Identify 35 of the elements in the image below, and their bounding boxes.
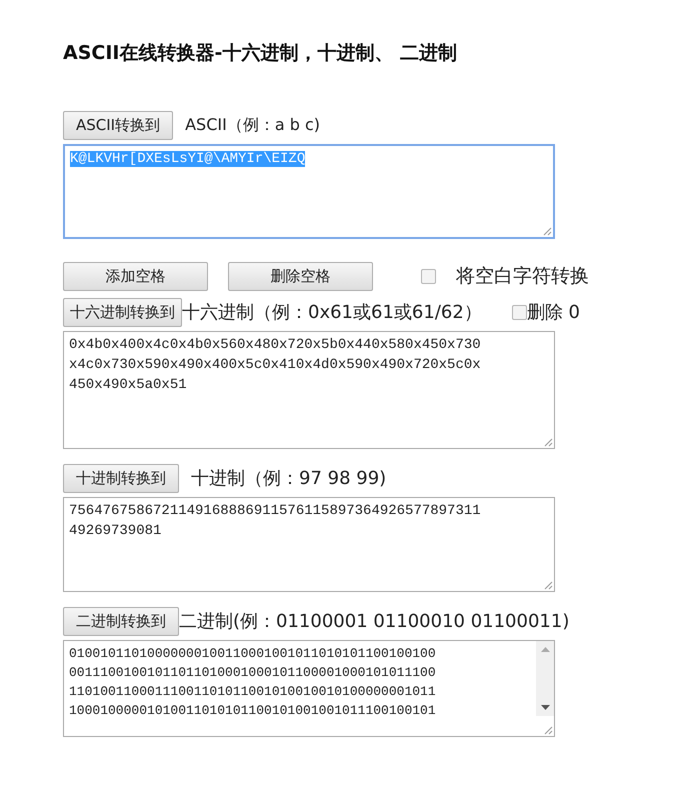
selected-text: K@LKVHr[DXEsLsYI@\AMYIr\EIZQ	[70, 151, 306, 167]
text-line: 01001011010000000100110001001011010101100100100	[69, 646, 436, 661]
text-line: 0x4b0x400x4c0x4b0x560x480x720x5b0x440x580x450x730	[69, 337, 481, 353]
checkbox[interactable]	[512, 304, 527, 320]
text-line: 7564767586721149168886911576115897364926577897311	[69, 503, 481, 519]
format-label: 十六进制（例：0x61或61或61/62）	[182, 301, 482, 324]
resize-grip-icon[interactable]	[542, 226, 552, 236]
text-area[interactable]: 7564767586721149168886911576115897364926577897311 49269739081	[63, 497, 555, 592]
format-label: ASCII（例：a b c)	[185, 114, 320, 136]
text-line: 11010011000111001101011001010010010100000001011	[69, 684, 436, 699]
scroll-up-icon[interactable]	[540, 647, 550, 652]
convert-button[interactable]: ASCII转换到	[63, 110, 174, 140]
toolbar-button[interactable]: 删除空格	[228, 262, 373, 290]
text-area[interactable]: 0x4b0x400x4c0x4b0x560x480x720x5b0x440x580x450x730 x4c0x730x590x490x400x5c0x410x4d0x590x490x720x5c0x 450x490x5a0x51	[63, 331, 555, 449]
text-line: 450x490x5a0x51	[69, 377, 187, 393]
toolbar-button[interactable]: 添加空格	[63, 262, 208, 290]
checkbox-label: 删除 0	[526, 301, 580, 324]
checkbox-label: 将空白字符转换	[456, 264, 589, 289]
scrollbar[interactable]	[536, 641, 554, 716]
resize-grip-icon[interactable]	[543, 725, 553, 735]
page-title: ASCII在线转换器-十六进制，十进制、 二进制	[63, 41, 458, 66]
format-label: 十进制（例：97 98 99)	[191, 467, 386, 490]
resize-grip-icon[interactable]	[543, 580, 553, 590]
text-area[interactable]: 01001011010000000100110001001011010101100100100 00111001001011011010001000101100001000101011100 11010011000111001101011001010010010100000001011 10001000001010011010101100101001001011100100101	[63, 640, 555, 737]
scroll-down-icon[interactable]	[540, 705, 550, 710]
convert-button[interactable]: 二进制转换到	[63, 606, 179, 636]
text-line: x4c0x730x590x490x400x5c0x410x4d0x590x490x720x5c0x	[69, 357, 481, 373]
convert-button[interactable]: 十六进制转换到	[63, 298, 182, 326]
resize-grip-icon[interactable]	[543, 437, 553, 447]
text-line: 10001000001010011010101100101001001011100100101	[69, 703, 436, 718]
text-line: 49269739081	[69, 523, 162, 539]
text-line: 00111001001011011010001000101100001000101011100	[69, 665, 436, 680]
convert-button[interactable]: 十进制转换到	[63, 464, 179, 492]
checkbox[interactable]	[421, 268, 436, 284]
format-label: 二进制(例：01100001 01100010 01100011)	[179, 610, 570, 633]
